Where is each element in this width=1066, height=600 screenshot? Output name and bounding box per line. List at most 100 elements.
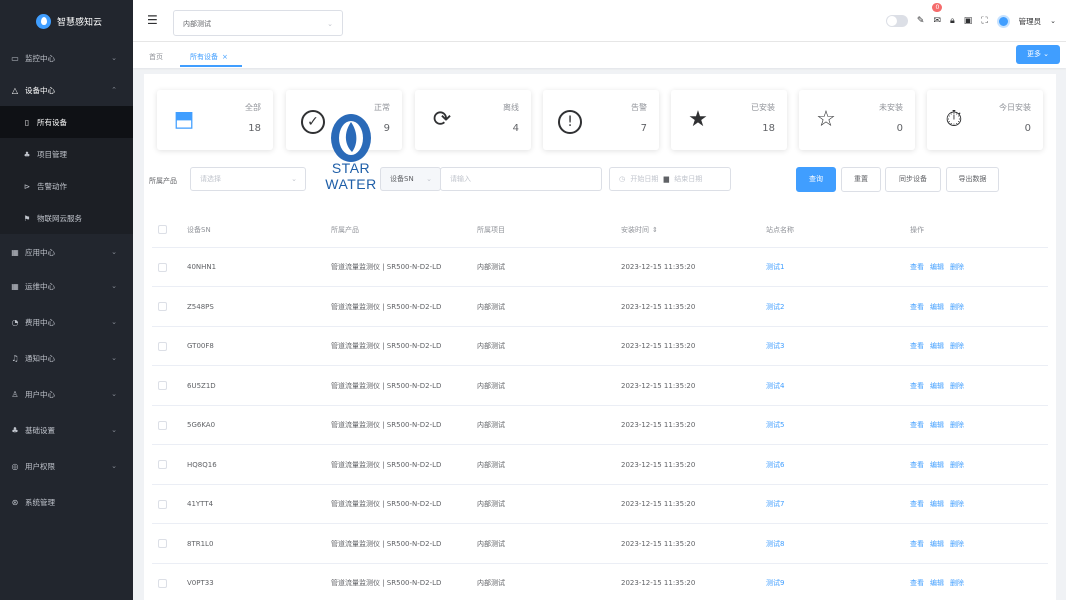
view-button[interactable]: 查看 <box>910 578 924 588</box>
stat-card-installed[interactable]: ★ 已安装 18 <box>671 90 787 150</box>
row-checkbox-cell[interactable] <box>158 248 167 286</box>
row-checkbox-cell[interactable] <box>158 367 167 405</box>
sn-search-input[interactable]: 请输入 <box>440 167 602 191</box>
sidebar-item-notify-center[interactable]: ♫ 通知中心 ⌄ <box>0 340 133 376</box>
user-name[interactable]: 管理员 <box>1019 16 1042 27</box>
row-checkbox-cell[interactable] <box>158 446 167 484</box>
checkbox[interactable] <box>158 262 167 272</box>
stat-card-uninstalled[interactable]: ☆ 未安装 0 <box>799 90 915 150</box>
row-checkbox-cell[interactable] <box>158 288 167 326</box>
view-button[interactable]: 查看 <box>910 420 924 430</box>
view-button[interactable]: 查看 <box>910 381 924 391</box>
sidebar-item-system-management[interactable]: ⊛ 系统管理 <box>0 484 133 520</box>
brush-icon[interactable]: ✎ <box>917 16 925 26</box>
delete-button[interactable]: 删除 <box>950 302 964 312</box>
edit-button[interactable]: 编辑 <box>930 381 944 391</box>
view-button[interactable]: 查看 <box>910 460 924 470</box>
more-ops-button[interactable]: 更多 ⌄ <box>1016 45 1060 64</box>
delete-button[interactable]: 删除 <box>950 499 964 509</box>
row-checkbox-cell[interactable] <box>158 485 167 523</box>
sidebar-item-app-center[interactable]: ▦ 应用中心 ⌄ <box>0 236 133 268</box>
delete-button[interactable]: 删除 <box>950 262 964 272</box>
stat-card-offline[interactable]: ⟳ 离线 4 <box>415 90 531 150</box>
sidebar-item-user-center[interactable]: ♙ 用户中心 ⌄ <box>0 376 133 412</box>
product-filter-select[interactable]: 请选择 ⌄ <box>190 167 306 191</box>
sort-icon[interactable]: ⇕ <box>652 226 658 234</box>
checkbox[interactable] <box>158 539 167 548</box>
sidebar-item-device-center[interactable]: △ 设备中心 ⌃ <box>0 74 133 106</box>
edit-button[interactable]: 编辑 <box>930 420 944 430</box>
view-button[interactable]: 查看 <box>910 302 924 312</box>
checkbox[interactable] <box>158 381 167 390</box>
view-button[interactable]: 查看 <box>910 341 924 351</box>
edit-button[interactable]: 编辑 <box>930 539 944 549</box>
edit-button[interactable]: 编辑 <box>930 578 944 588</box>
view-button[interactable]: 查看 <box>910 539 924 549</box>
cell-site-link[interactable]: 测试1 <box>766 248 784 286</box>
tab-all-devices[interactable]: 所有设备 × <box>180 47 242 67</box>
edit-button[interactable]: 编辑 <box>930 262 944 272</box>
edit-button[interactable]: 编辑 <box>930 460 944 470</box>
theme-toggle[interactable] <box>885 15 908 27</box>
cell-site-link[interactable]: 测试3 <box>766 327 784 365</box>
reset-button[interactable]: 重置 <box>841 167 881 192</box>
delete-button[interactable]: 删除 <box>950 578 964 588</box>
checkbox[interactable] <box>158 341 167 351</box>
sidebar-item-iot-cloud[interactable]: ⚑ 物联网云服务 <box>0 202 133 234</box>
row-checkbox-cell[interactable] <box>158 525 167 563</box>
checkbox[interactable] <box>158 460 167 469</box>
avatar[interactable] <box>996 14 1010 28</box>
stat-card-normal[interactable]: ✓ 正常 9 <box>286 90 402 150</box>
checkbox[interactable] <box>158 499 167 509</box>
date-range-picker[interactable]: ◷ 开始日期 ▆ 结束日期 <box>609 167 731 191</box>
delete-button[interactable]: 删除 <box>950 460 964 470</box>
row-checkbox-cell[interactable] <box>158 564 167 600</box>
delete-button[interactable]: 删除 <box>950 420 964 430</box>
tab-home[interactable]: 首页 <box>149 47 163 67</box>
header-install-time[interactable]: 安装时间 ⇕ <box>621 212 658 247</box>
sidebar-item-alarm-action[interactable]: ⊳ 告警动作 <box>0 170 133 202</box>
cell-site-link[interactable]: 测试6 <box>766 446 784 484</box>
translate-icon[interactable]: ▣ <box>964 16 973 26</box>
view-button[interactable]: 查看 <box>910 262 924 272</box>
stat-card-today-installed[interactable]: ⏱ 今日安装 0 <box>927 90 1043 150</box>
query-button[interactable]: 查询 <box>796 167 836 192</box>
close-icon[interactable]: × <box>222 53 228 61</box>
sn-type-select[interactable]: 设备SN ⌄ <box>380 167 441 191</box>
sidebar-item-monitor-center[interactable]: ▭ 监控中心 ⌄ <box>0 42 133 74</box>
sidebar-item-all-devices[interactable]: ▯ 所有设备 <box>0 106 133 138</box>
checkbox[interactable] <box>158 225 167 234</box>
project-select[interactable]: 内部测试 ⌄ <box>173 10 343 36</box>
checkbox[interactable] <box>158 578 167 588</box>
cell-site-link[interactable]: 测试8 <box>766 525 784 563</box>
checkbox[interactable] <box>158 302 167 311</box>
row-checkbox-cell[interactable] <box>158 327 167 365</box>
delete-button[interactable]: 删除 <box>950 381 964 391</box>
stat-card-alarm[interactable]: ! 告警 7 <box>543 90 659 150</box>
edit-button[interactable]: 编辑 <box>930 302 944 312</box>
sidebar-item-base-settings[interactable]: ♣ 基础设置 ⌄ <box>0 412 133 448</box>
cell-site-link[interactable]: 测试5 <box>766 406 784 444</box>
sync-devices-button[interactable]: 同步设备 <box>885 167 941 192</box>
delete-button[interactable]: 删除 <box>950 539 964 549</box>
lock-icon[interactable]: 🔒︎ <box>950 16 955 26</box>
sidebar-item-fee-center[interactable]: ◔ 费用中心 ⌄ <box>0 304 133 340</box>
edit-button[interactable]: 编辑 <box>930 499 944 509</box>
stat-card-all[interactable]: ⬒ 全部 18 <box>157 90 273 150</box>
sidebar-item-project-management[interactable]: ♣ 项目管理 <box>0 138 133 170</box>
export-data-button[interactable]: 导出数据 <box>946 167 999 192</box>
cell-site-link[interactable]: 测试9 <box>766 564 784 600</box>
row-checkbox-cell[interactable] <box>158 406 167 444</box>
fullscreen-icon[interactable]: ⛶ <box>981 16 987 26</box>
sidebar-item-ops-center[interactable]: ▦ 运维中心 ⌄ <box>0 268 133 304</box>
chevron-down-icon[interactable]: ⌄ <box>1050 17 1056 25</box>
hamburger-menu-icon[interactable]: ☰ <box>147 13 158 27</box>
select-all-checkbox[interactable] <box>158 212 167 247</box>
delete-button[interactable]: 删除 <box>950 341 964 351</box>
cell-site-link[interactable]: 测试4 <box>766 367 784 405</box>
cell-site-link[interactable]: 测试2 <box>766 288 784 326</box>
sidebar-item-user-permissions[interactable]: ◎ 用户权限 ⌄ <box>0 448 133 484</box>
message-button[interactable]: ✉ 0 <box>932 3 943 26</box>
checkbox[interactable] <box>158 420 167 430</box>
cell-site-link[interactable]: 测试7 <box>766 485 784 523</box>
